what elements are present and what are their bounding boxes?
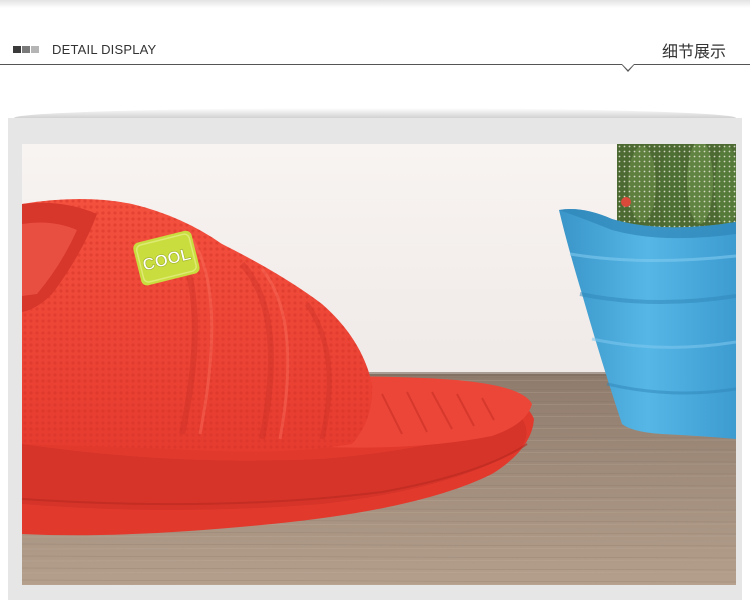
decorative-squares-icon — [13, 46, 39, 53]
square-light — [31, 46, 39, 53]
top-shadow-bar — [0, 0, 750, 8]
product-photo: COOL — [22, 144, 736, 585]
section-header: DETAIL DISPLAY 细节展示 — [0, 28, 750, 78]
divider-line — [0, 64, 750, 65]
square-mid — [22, 46, 30, 53]
square-dark — [13, 46, 21, 53]
section-title-chinese: 细节展示 — [661, 44, 726, 61]
cactus-plant — [617, 144, 736, 229]
divider-notch-inner — [622, 64, 634, 70]
frame-top-shadow — [14, 108, 736, 118]
section-title-english: DETAIL DISPLAY — [52, 42, 157, 57]
